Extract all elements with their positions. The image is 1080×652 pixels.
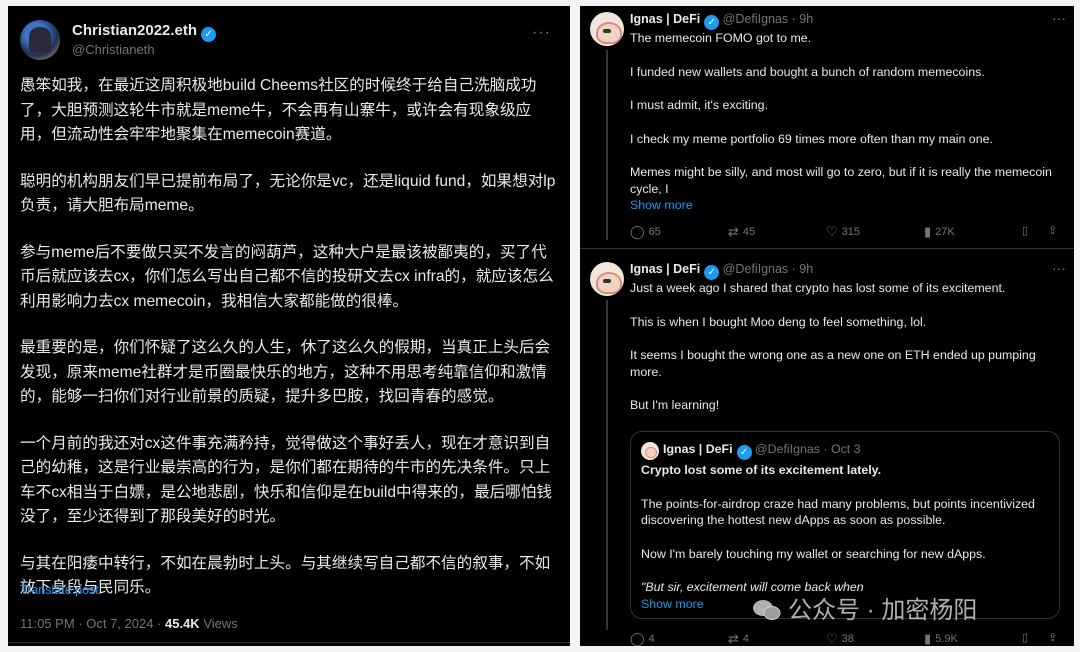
views-button[interactable]: ▮ 5.9K — [924, 631, 958, 646]
tweet-paragraph: This is when I bought Moo deng to feel s… — [630, 314, 927, 329]
author-handle[interactable]: @Christianeth — [72, 42, 155, 57]
quote-paragraph: The points-for-airdrop craze had many pr… — [641, 496, 1035, 528]
like-button[interactable]: ♡ 38 — [826, 631, 854, 646]
quote-paragraph: Now I'm barely touching my wallet or sea… — [641, 546, 986, 561]
tweet-meta: 11:05 PM · Oct 7, 2024 · 45.4K Views — [20, 616, 238, 631]
tweet-paragraph: 一个月前的我还对cx这件事充满矜持，觉得做这个事好丢人，现在才意识到自己的幼稚，… — [20, 434, 552, 526]
author-name: Ignas | DeFi — [663, 442, 733, 456]
right-tweets-panel: Ignas | DeFi ✓ @DefiIgnas · 9h ··· The me… — [580, 6, 1074, 646]
tweet[interactable]: Ignas | DeFi ✓ @DefiIgnas · 9h ··· The me… — [580, 6, 1074, 246]
like-icon: ♡ — [826, 631, 838, 646]
share-icon[interactable]: ⇪ — [1048, 224, 1057, 237]
more-icon[interactable]: ··· — [1052, 260, 1066, 276]
reply-button[interactable]: ◯ 4 — [630, 631, 655, 646]
verified-badge-icon: ✓ — [201, 27, 217, 42]
avatar[interactable] — [590, 12, 624, 46]
tweet-paragraph: 愚笨如我，在最近这周积极地build Cheems社区的时候终于给自己洗脑成功了… — [20, 77, 537, 143]
like-button[interactable]: ♡ 315 — [826, 224, 860, 240]
tweet-paragraph: It seems I bought the wrong one as a new… — [630, 348, 1036, 379]
tweet-paragraph: I check my meme portfolio 69 times more … — [630, 131, 993, 146]
tweet-header: Christian2022.eth ✓ @Christianeth ··· — [20, 20, 555, 66]
author-line: Ignas | DeFi ✓ @DefiIgnas · 9h — [630, 12, 813, 30]
tweet-paragraph: Just a week ago I shared that crypto has… — [630, 281, 1006, 295]
author-handle[interactable]: @DefiIgnas · 9h — [723, 12, 814, 26]
tweet-paragraph: I funded new wallets and bought a bunch … — [630, 64, 985, 79]
avatar[interactable] — [20, 20, 60, 60]
watermark-text: 公众号 · 加密杨阳 — [788, 597, 978, 624]
show-more-link[interactable]: Show more — [630, 197, 1060, 214]
share-icon[interactable]: ⇪ — [1048, 631, 1057, 644]
author-handle[interactable]: @DefiIgnas · 9h — [723, 262, 814, 276]
repost-button[interactable]: ⇄ 4 — [728, 631, 749, 646]
repost-button[interactable]: ⇄ 45 — [728, 224, 755, 240]
reply-icon: ◯ — [630, 631, 645, 646]
verified-badge-icon: ✓ — [704, 265, 720, 280]
tweet-paragraph: 最重要的是，你们怀疑了这么久的人生，休了这么久的假期，当真正上头后会发现，原来m… — [20, 339, 551, 405]
left-tweet-panel: Christian2022.eth ✓ @Christianeth ··· 愚笨如… — [8, 6, 570, 646]
tweet-text: The memecoin FOMO got to me. I funded ne… — [630, 30, 1060, 214]
tweet-text: 愚笨如我，在最近这周积极地build Cheems社区的时候终于给自己洗脑成功了… — [20, 74, 560, 623]
views-icon: ▮ — [924, 224, 932, 239]
tweet-paragraph: 与其在阳痿中转行，不如在晨勃时上头。与其继续写自己都不信的叙事，不如放下身段与民… — [20, 554, 551, 597]
author-handle: @DefiIgnas · Oct 3 — [755, 442, 861, 456]
tweet-paragraph: Memes might be silly, and most will go t… — [630, 165, 1052, 196]
quote-headline: Crypto lost some of its excitement latel… — [641, 463, 882, 477]
thread-line — [606, 50, 608, 240]
author-line: Ignas | DeFi ✓ @DefiIgnas · Oct 3 — [663, 442, 861, 460]
author-line: Ignas | DeFi ✓ @DefiIgnas · 9h — [630, 262, 813, 280]
repost-icon: ⇄ — [728, 631, 739, 646]
author-name[interactable]: Ignas | DeFi — [630, 262, 700, 276]
author-name[interactable]: Christian2022.eth ✓ — [72, 22, 217, 42]
divider — [580, 248, 1074, 249]
timestamp[interactable]: 11:05 PM · Oct 7, 2024 · — [20, 616, 165, 631]
repost-icon: ⇄ — [728, 224, 739, 239]
views-count: 45.4K — [165, 616, 200, 631]
views-icon: ▮ — [924, 631, 932, 646]
like-icon: ♡ — [826, 224, 838, 239]
wechat-icon — [753, 600, 781, 620]
more-icon[interactable]: ··· — [1052, 10, 1066, 26]
reply-button[interactable]: ◯ 65 — [630, 224, 661, 240]
tweet-paragraph: The memecoin FOMO got to me. — [630, 31, 812, 45]
bookmark-icon[interactable]: ▯ — [1022, 224, 1028, 237]
bookmark-icon[interactable]: ▯ — [1022, 631, 1028, 644]
tweet-paragraph: But I'm learning! — [630, 398, 720, 412]
action-bar: ◯ 65 ⇄ 45 ♡ 315 ▮ 27K ▯ ⇪ — [630, 224, 1060, 240]
views-button[interactable]: ▮ 27K — [924, 224, 955, 240]
tweet-paragraph: 参与meme后不要做只买不发言的闷葫芦，这种大户是最该被鄙夷的，买了代币后就应该… — [20, 243, 554, 310]
tweet-paragraph: 聪明的机构朋友们早已提前布局了，无论你是vc，还是liquid fund，如果想… — [20, 172, 556, 215]
tweet[interactable]: Ignas | DeFi ✓ @DefiIgnas · 9h ··· Just a… — [580, 256, 1074, 646]
verified-badge-icon: ✓ — [704, 15, 720, 30]
divider — [8, 642, 570, 643]
watermark: 公众号 · 加密杨阳 — [752, 590, 977, 625]
views-label: Views — [199, 616, 238, 631]
avatar — [641, 442, 659, 460]
action-bar: ◯ 4 ⇄ 4 ♡ 38 ▮ 5.9K ▯ ⇪ — [630, 631, 1060, 646]
more-icon[interactable]: ··· — [532, 24, 551, 42]
author-name[interactable]: Ignas | DeFi — [630, 12, 700, 26]
thread-line — [606, 300, 608, 630]
translate-post-link[interactable]: Translate post — [20, 583, 99, 597]
avatar[interactable] — [590, 262, 624, 296]
verified-badge-icon: ✓ — [736, 445, 752, 460]
tweet-paragraph: I must admit, it's exciting. — [630, 98, 769, 112]
tweet-text: Just a week ago I shared that crypto has… — [630, 280, 1060, 431]
reply-icon: ◯ — [630, 224, 645, 239]
